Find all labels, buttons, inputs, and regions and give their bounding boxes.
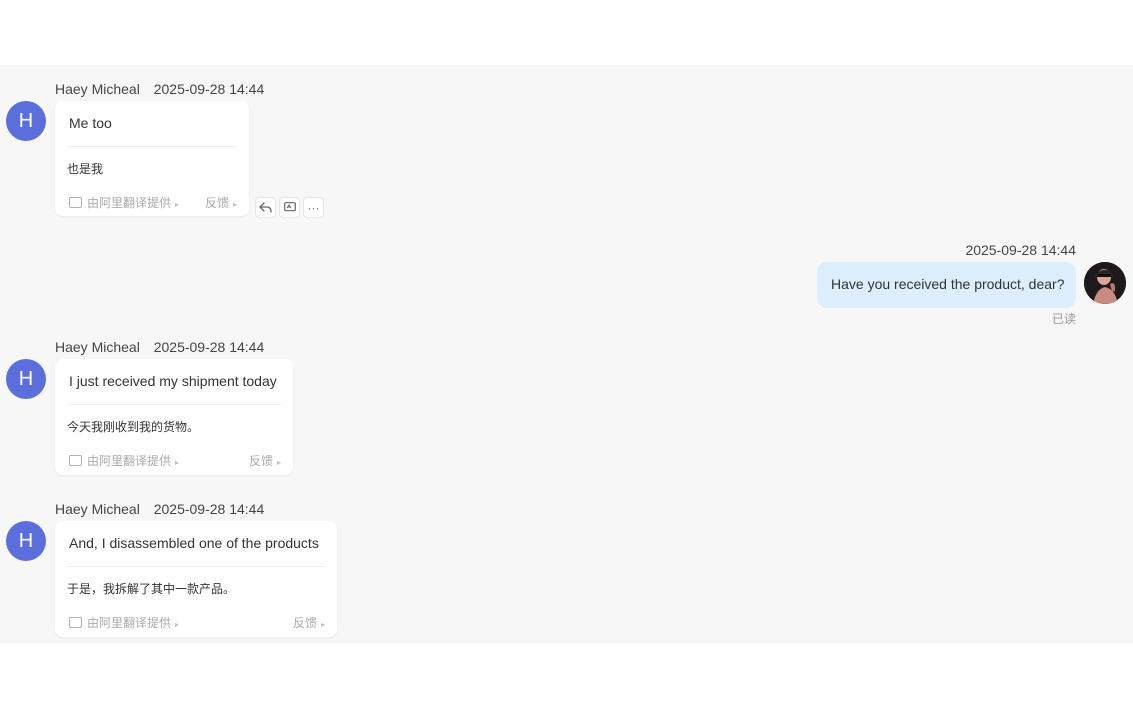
- message-meta: Haey Micheal 2025-09-28 14:44: [55, 339, 264, 355]
- translation-text: 也是我: [67, 162, 104, 176]
- incoming-message: H Haey Micheal 2025-09-28 14:44 And, I d…: [0, 485, 345, 643]
- message-meta: Haey Micheal 2025-09-28 14:44: [55, 81, 264, 97]
- translation-provider-link[interactable]: 由阿里翻译提供 ▸: [69, 194, 179, 211]
- message-time: 2025-09-28 14:44: [153, 339, 265, 355]
- chevron-right-icon: ▸: [320, 620, 325, 629]
- read-status: 已读: [1051, 312, 1076, 326]
- translate-icon: [69, 455, 82, 466]
- feedback-link[interactable]: 反馈 ▸: [249, 452, 281, 469]
- feedback-link[interactable]: 反馈 ▸: [205, 194, 237, 211]
- sender-name: Haey Micheal: [55, 81, 140, 97]
- message-time: 2025-09-28 14:44: [965, 242, 1076, 258]
- translation-divider: [67, 404, 281, 405]
- sender-avatar[interactable]: H: [6, 359, 46, 399]
- user-avatar[interactable]: [1084, 262, 1126, 304]
- chevron-right-icon: ▸: [276, 458, 281, 467]
- translation-provider-link[interactable]: 由阿里翻译提供 ▸: [69, 614, 179, 631]
- more-button[interactable]: ···: [303, 197, 324, 218]
- reply-icon: [259, 202, 272, 213]
- translate-button[interactable]: [279, 197, 300, 218]
- translation-text: 于是，我拆解了其中一款产品。: [67, 582, 236, 596]
- chat-message-list[interactable]: H Haey Micheal 2025-09-28 14:44 Me too 也…: [0, 65, 1133, 643]
- message-bubble[interactable]: And, I disassembled one of the products …: [55, 521, 337, 637]
- feedback-link[interactable]: 反馈 ▸: [293, 614, 325, 631]
- message-text: Me too: [69, 115, 112, 131]
- chevron-right-icon: ▸: [175, 620, 180, 629]
- incoming-message: H Haey Micheal 2025-09-28 14:44 Me too 也…: [0, 65, 340, 225]
- feedback-label: 反馈: [204, 196, 229, 210]
- reply-button[interactable]: [255, 197, 276, 218]
- message-text: Have you received the product, dear?: [831, 276, 1065, 292]
- translation-provider-label: 由阿里翻译提供: [87, 454, 172, 468]
- message-meta: Haey Micheal 2025-09-28 14:44: [55, 501, 264, 517]
- sender-avatar[interactable]: H: [6, 101, 46, 141]
- user-photo-icon: [1084, 262, 1126, 304]
- translate-icon: [69, 617, 82, 628]
- message-text: And, I disassembled one of the products: [69, 535, 319, 551]
- incoming-message: H Haey Micheal 2025-09-28 14:44 I just r…: [0, 323, 340, 475]
- translation-divider: [67, 146, 237, 147]
- translation-provider-label: 由阿里翻译提供: [87, 196, 172, 210]
- message-bubble[interactable]: Have you received the product, dear?: [817, 262, 1076, 308]
- chevron-right-icon: ▸: [232, 200, 237, 209]
- sender-name: Haey Micheal: [55, 339, 140, 355]
- sender-name: Haey Micheal: [55, 501, 140, 517]
- chevron-right-icon: ▸: [175, 458, 180, 467]
- sender-avatar[interactable]: H: [6, 521, 46, 561]
- translation-text: 今天我刚收到我的货物。: [67, 420, 200, 434]
- feedback-label: 反馈: [248, 454, 273, 468]
- message-bubble[interactable]: I just received my shipment today 今天我刚收到…: [55, 359, 293, 475]
- translation-divider: [67, 566, 325, 567]
- message-actions: ···: [255, 197, 324, 218]
- message-bubble[interactable]: Me too 也是我 由阿里翻译提供 ▸ 反馈 ▸: [55, 101, 249, 216]
- message-time: 2025-09-28 14:44: [153, 81, 265, 97]
- translate-icon: [69, 197, 82, 208]
- more-icon: ···: [307, 200, 320, 215]
- translation-provider-link[interactable]: 由阿里翻译提供 ▸: [69, 452, 179, 469]
- chevron-right-icon: ▸: [175, 200, 180, 209]
- message-time: 2025-09-28 14:44: [153, 501, 265, 517]
- translation-provider-label: 由阿里翻译提供: [87, 616, 172, 630]
- message-text: I just received my shipment today: [69, 373, 277, 389]
- feedback-label: 反馈: [292, 616, 317, 630]
- translate-icon: [283, 202, 296, 212]
